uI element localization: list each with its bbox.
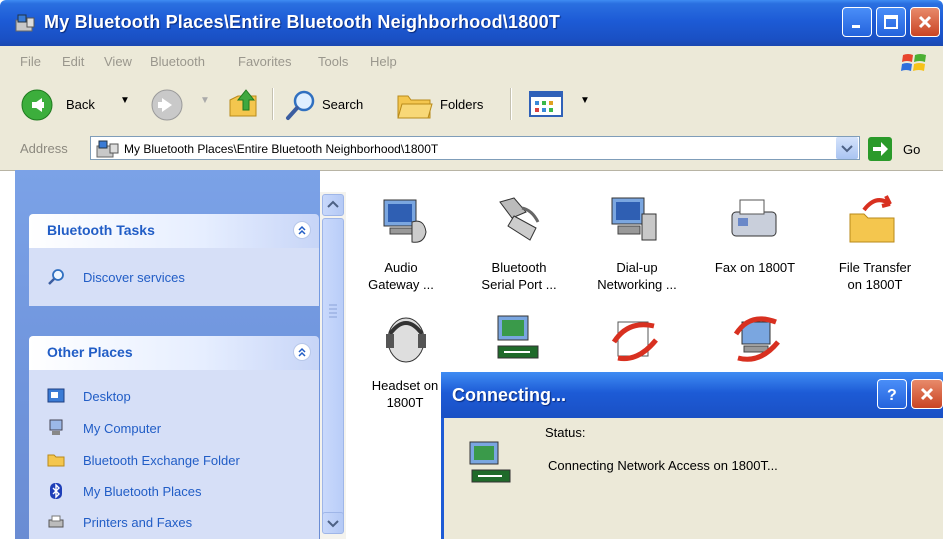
grip-icon [329,304,337,318]
forward-dropdown-icon[interactable]: ▼ [200,95,210,106]
desktop-link[interactable]: Desktop [83,389,131,404]
menu-view[interactable]: View [104,54,132,69]
desktop-icon [47,388,65,403]
status-label: Status: [545,425,586,440]
forward-arrow-icon[interactable] [150,88,184,122]
search-icon[interactable] [284,88,318,122]
other-places-title: Other Places [47,344,133,360]
service-label: Bluetooth Serial Port ... [481,260,557,292]
my-computer-icon [49,419,63,435]
fax-icon[interactable] [726,192,782,248]
close-button[interactable] [910,7,940,37]
help-icon: ? [887,387,897,403]
views-icon[interactable] [528,90,564,118]
menu-favorites[interactable]: Favorites [238,54,291,69]
my-computer-link[interactable]: My Computer [83,421,161,436]
back-dropdown-icon[interactable]: ▼ [120,95,130,106]
bluetooth-exchange-folder-link[interactable]: Bluetooth Exchange Folder [83,453,240,468]
go-label[interactable]: Go [903,142,920,157]
discover-search-icon [48,269,64,285]
back-label[interactable]: Back [66,97,95,112]
up-folder-icon[interactable] [226,86,262,122]
close-icon [918,15,932,29]
service-label: File Transfer on 1800T [838,260,912,292]
pim-sync-icon[interactable] [730,312,786,368]
toolbar: Back ▼ ▼ Search Folders ▼ [0,78,943,129]
audio-gateway-icon[interactable] [376,192,432,248]
address-location-icon [96,140,119,158]
folders-label[interactable]: Folders [440,97,483,112]
scroll-down-button[interactable] [322,512,344,534]
scroll-thumb[interactable] [322,218,344,518]
chevron-up-icon [327,200,339,208]
bluetooth-tasks-title: Bluetooth Tasks [47,222,155,238]
collapse-chevron-icon[interactable] [293,221,311,239]
service-label: Audio Gateway ... [368,260,434,292]
other-places-header[interactable]: Other Places [29,336,319,370]
chevron-down-icon [841,145,853,153]
file-transfer-icon[interactable] [846,192,902,248]
service-label: Fax on 1800T [714,260,796,275]
other-places-body: Desktop My Computer Bluetooth Exchange F… [29,370,319,539]
service-label: Dial-up Networking ... [597,260,677,292]
object-push-icon[interactable] [608,312,664,368]
bluetooth-icon [50,483,62,499]
dialup-icon[interactable] [606,192,662,248]
bluetooth-places-icon [15,14,35,32]
address-value: My Bluetooth Places\Entire Bluetooth Nei… [124,142,439,156]
maximize-icon [884,15,898,29]
help-button[interactable]: ? [877,379,907,409]
printers-and-faxes-link[interactable]: Printers and Faxes [83,515,192,530]
maximize-button[interactable] [876,7,906,37]
address-dropdown-button[interactable] [836,137,858,159]
menu-bar: File Edit View Bluetooth Favorites Tools… [0,46,943,79]
my-bluetooth-places-link[interactable]: My Bluetooth Places [83,484,202,499]
dialog-title: Connecting... [452,385,566,405]
views-dropdown-icon[interactable]: ▼ [580,95,590,106]
network-access-icon[interactable] [492,312,548,368]
discover-services-link[interactable]: Discover services [83,270,185,285]
menu-bluetooth[interactable]: Bluetooth [150,54,205,69]
close-icon [920,387,934,401]
menu-edit[interactable]: Edit [62,54,84,69]
collapse-chevron-icon[interactable] [293,343,311,361]
windows-logo-icon [901,54,926,71]
address-bar: Address My Bluetooth Places\Entire Bluet… [0,128,943,171]
back-arrow-icon[interactable] [20,88,54,122]
minimize-button[interactable] [842,7,872,37]
bluetooth-tasks-body: Discover services [29,248,319,306]
svg-text:?: ? [887,387,897,403]
minimize-icon [852,25,860,28]
chevron-down-icon [327,520,339,528]
task-pane: Bluetooth Tasks Discover services Other … [15,170,320,539]
dialog-close-button[interactable] [911,379,943,409]
folders-icon[interactable] [396,88,434,122]
status-message: Connecting Network Access on 1800T... [548,458,778,473]
serial-port-icon[interactable] [492,192,548,248]
go-button[interactable] [868,137,892,161]
menu-file[interactable]: File [20,54,41,69]
search-label[interactable]: Search [322,97,363,112]
bluetooth-tasks-header[interactable]: Bluetooth Tasks [29,214,319,248]
network-access-icon [469,441,511,483]
window-title: My Bluetooth Places\Entire Bluetooth Nei… [44,12,561,32]
go-arrow-icon [873,142,888,156]
headset-icon[interactable] [378,312,434,368]
address-label: Address [20,141,68,156]
folder-icon [47,454,65,467]
menu-tools[interactable]: Tools [318,54,348,69]
printer-icon [48,515,64,528]
scroll-up-button[interactable] [322,194,344,216]
menu-help[interactable]: Help [370,54,397,69]
